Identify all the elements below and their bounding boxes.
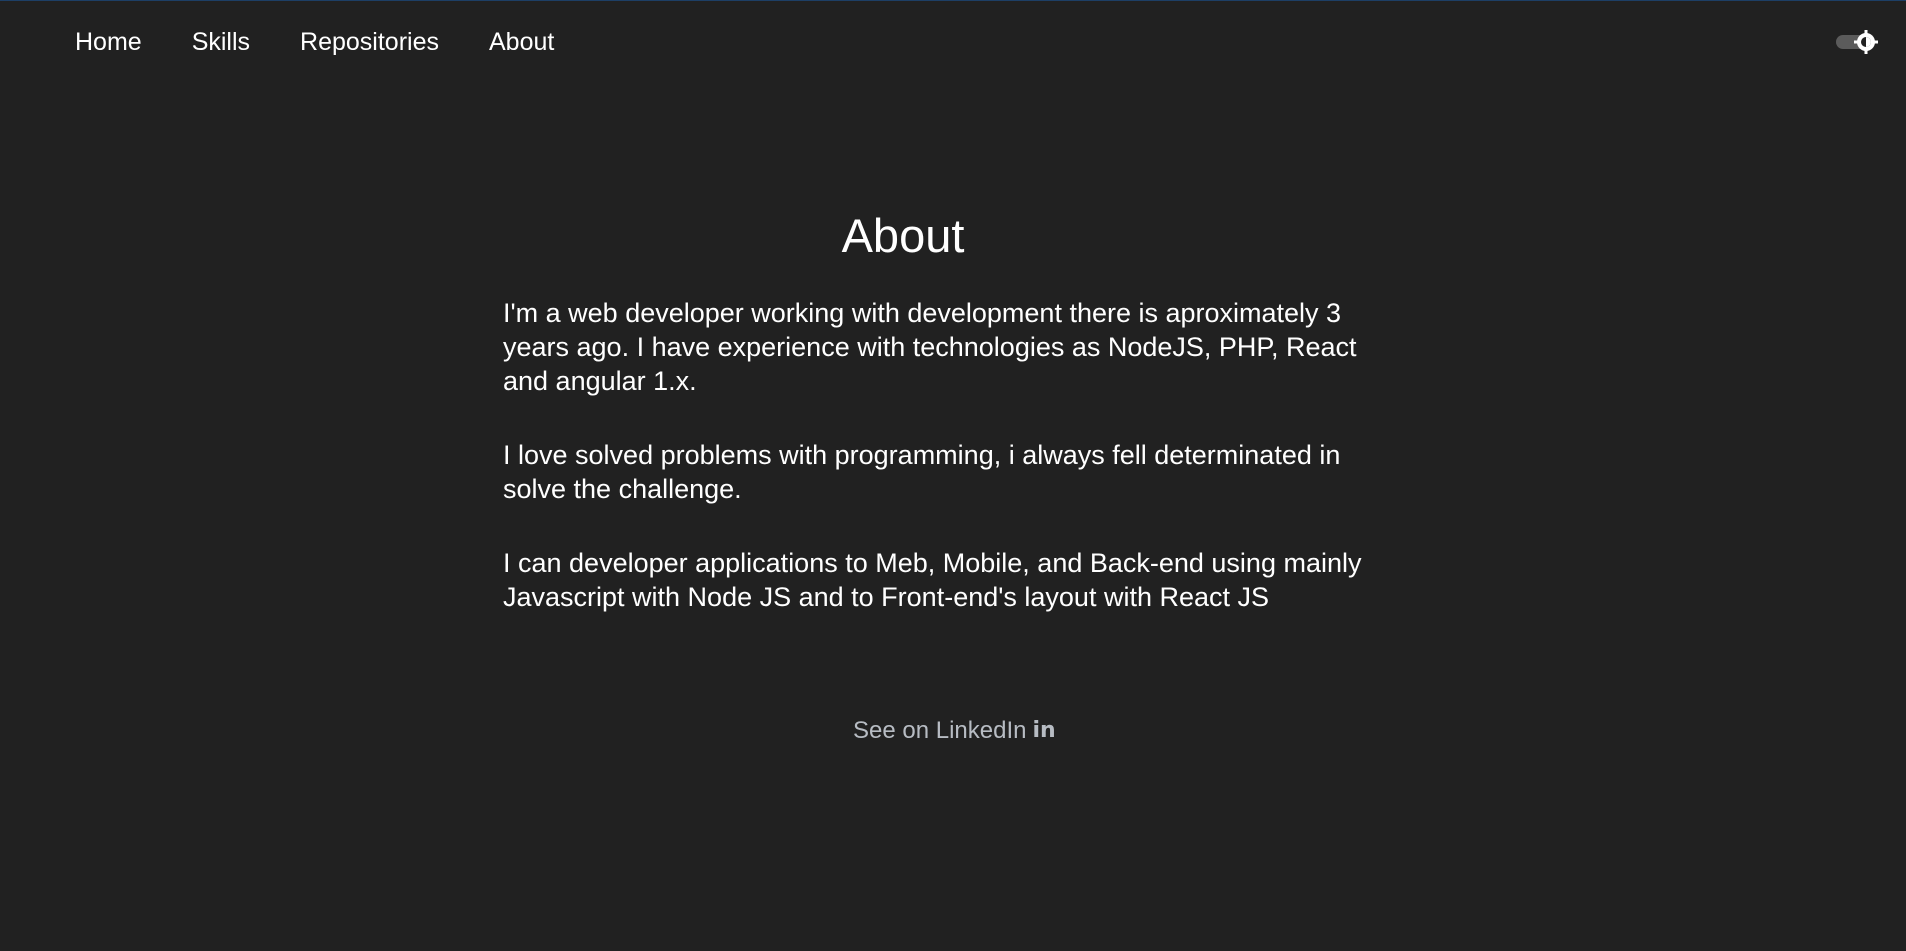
linkedin-link[interactable]: See on LinkedIn in [853,716,1056,746]
nav-link-about[interactable]: About [489,27,554,57]
theme-toggle[interactable] [1836,30,1880,54]
top-navbar: Home Skills Repositories About [0,1,1906,83]
nav-link-skills[interactable]: Skills [192,27,250,57]
about-paragraph-1: I'm a web developer working with develop… [503,298,1357,396]
about-paragraph-3: I can developer applications to Meb, Mob… [503,548,1362,612]
linkedin-label: See on LinkedIn [853,717,1027,744]
about-section: About I'm a web developer working with d… [503,206,1403,654]
nav-link-repositories[interactable]: Repositories [300,27,439,57]
linkedin-icon: in [1032,718,1056,743]
about-paragraph-2: I love solved problems with programming,… [503,440,1341,504]
nav-links: Home Skills Repositories About [75,27,554,57]
sun-icon [1854,30,1878,54]
page-title: About [841,209,965,262]
nav-link-home[interactable]: Home [75,27,142,57]
